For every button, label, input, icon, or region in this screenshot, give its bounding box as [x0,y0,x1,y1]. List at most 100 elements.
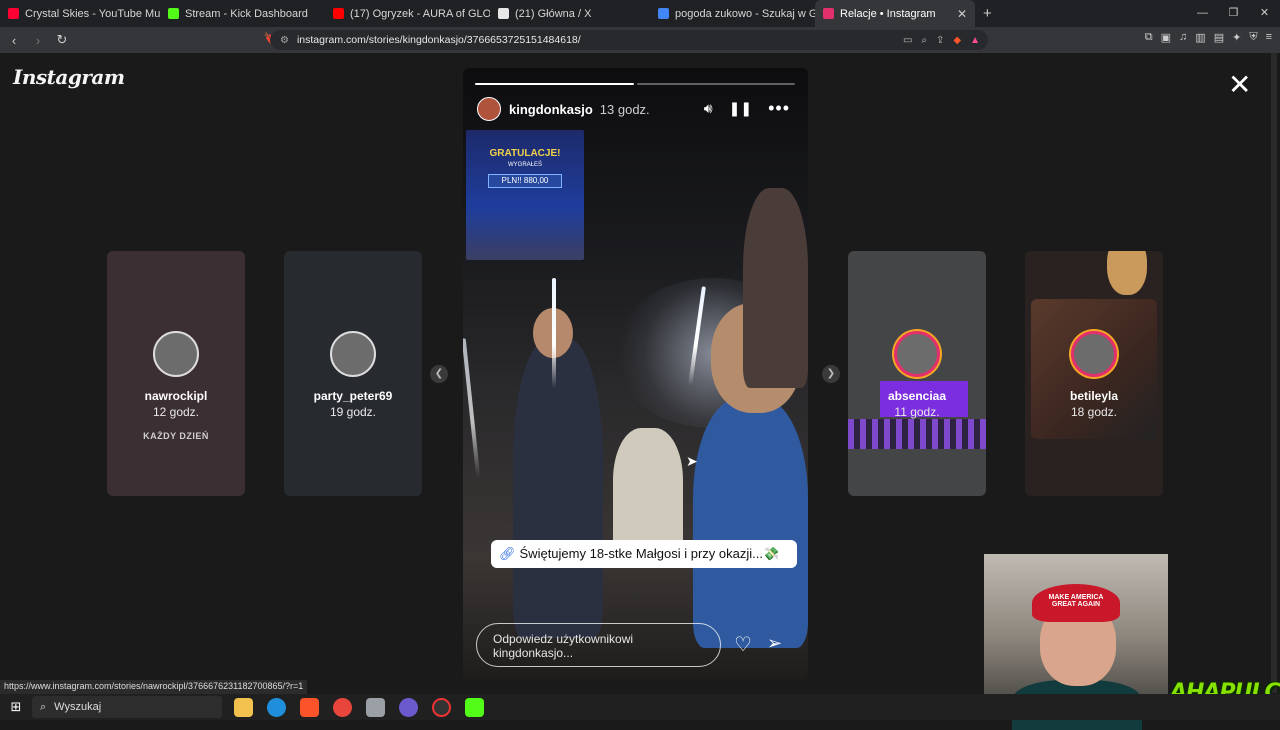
pause-icon[interactable]: ❚❚ [729,100,752,117]
story-progress-bar [475,83,795,85]
forward-icon[interactable]: › [28,33,48,48]
story-time: 12 godz. [152,405,200,419]
avatar [153,331,199,377]
address-bar[interactable]: ⚙ instagram.com/stories/kingdonkasjo/376… [270,30,988,50]
avatar [330,331,376,377]
browser-tab[interactable]: (17) Ogryzek - AURA of GLORY (Offic [325,0,490,27]
story-preview-party-peter69[interactable]: party_peter69 19 godz. [284,251,422,496]
story-username: nawrockipl [144,389,208,403]
share-icon[interactable]: ⇪ [936,35,944,46]
window-controls: — ❐ ✕ [1187,0,1280,27]
story-time: 19 godz. [329,405,377,419]
wallet-icon[interactable]: ▤ [1214,31,1224,44]
site-settings-icon[interactable]: ⚙ [280,35,289,46]
next-story-icon[interactable]: ❯ [822,365,840,383]
link-sticker[interactable]: 🔗︎ Świętujemy 18-stke Małgosi i przy okaz… [491,540,797,568]
link-sticker-text: Świętujemy 18-stke Małgosi i przy okazji… [519,546,780,561]
screenshot-icon[interactable]: ▣ [1161,31,1171,44]
cast-icon[interactable]: ▭ [903,35,912,46]
brave-shield-icon[interactable]: ◆ [953,35,961,46]
address-url[interactable]: instagram.com/stories/kingdonkasjo/37666… [297,34,581,46]
new-tab-button[interactable]: + [975,5,1000,22]
browser-tab[interactable]: (21) Główna / X [490,0,650,27]
instagram-logo[interactable]: Instagram [13,65,125,89]
child-figure [693,398,808,648]
status-bar-url: https://www.instagram.com/stories/nawroc… [0,680,308,694]
story-caption: KAŻDY DZIEŃ [143,431,209,441]
story-username: betileyla [1069,389,1119,403]
volume-icon[interactable]: 🔊︎ [704,100,713,117]
tab-title: pogoda zukowo - Szukaj w Google [675,7,815,20]
extensions-icon[interactable]: ⧉ [1145,31,1153,44]
reply-input[interactable]: Odpowiedz użytkownikowi kingdonkasjo... [476,623,721,667]
file-explorer-icon[interactable] [234,697,253,717]
prev-story-icon[interactable]: ❮ [430,365,448,383]
avatar [894,331,940,377]
send-icon[interactable]: ➢ [767,633,782,654]
taskbar-search-label: Wyszukaj [54,701,102,713]
story-username: party_peter69 [313,389,393,403]
tab-title: (21) Główna / X [515,7,592,20]
reload-icon[interactable]: ↻ [52,32,72,48]
man-figure [743,188,808,388]
like-heart-icon[interactable]: ♡ [734,632,752,657]
story-time: 18 godz. [1070,405,1118,419]
tab-favicon-icon [498,8,509,19]
story-avatar[interactable] [477,97,501,121]
tab-close-icon[interactable]: ✕ [947,7,967,21]
keyboard-graphic [848,419,986,449]
tab-favicon-icon [823,8,834,19]
story-controls: 🔊︎ ❚❚ ••• [704,98,790,119]
close-window-icon[interactable]: ✕ [1249,0,1280,27]
vpn-icon[interactable]: ⛨ [1249,31,1257,44]
browser-tab[interactable]: Stream - Kick Dashboard [160,0,325,27]
back-icon[interactable]: ‹ [4,33,24,48]
discord-icon[interactable] [399,697,418,717]
chrome-icon[interactable] [333,697,352,717]
app-icon[interactable] [366,697,385,717]
sparkler-left [552,278,556,388]
music-icon[interactable]: ♫ [1179,31,1187,44]
kick-icon[interactable] [465,697,484,717]
menu-icon[interactable]: ≡ [1266,31,1272,44]
story-preview-nawrockipl[interactable]: nawrockipl 12 godz. KAŻDY DZIEŃ [107,251,245,496]
leo-icon[interactable]: ✦ [1232,31,1241,44]
browser-tab[interactable]: Relacje • Instagram ✕ [815,0,975,27]
obs-icon[interactable] [432,697,451,717]
avatar [1071,331,1117,377]
minimize-icon[interactable]: — [1187,0,1218,27]
more-options-icon[interactable]: ••• [768,98,790,119]
brave-rewards-icon[interactable]: ▲ [970,35,980,46]
prize-overlay-image: GRATULACJE! WYGRAŁEŚ PLN!! 880,00 [466,130,584,260]
browser-tab[interactable]: Crystal Skies - YouTube Music [0,0,160,27]
edge-icon[interactable] [267,697,286,717]
progress-segment [636,83,795,85]
prize-sub: WYGRAŁEŚ [507,162,542,168]
story-preview-betileyla[interactable]: betileyla 18 godz. [1025,251,1163,496]
taskbar-search[interactable]: ⌕ Wyszukaj [32,696,222,718]
browser-tab[interactable]: pogoda zukowo - Szukaj w Google [650,0,815,27]
sidebar-icon[interactable]: ▥ [1195,31,1205,44]
windows-start-icon[interactable]: ⊞ [0,699,32,715]
sparkler-edge [463,338,481,478]
progress-segment [475,83,634,85]
chair-figure [613,428,683,558]
close-stories-icon[interactable]: ✕ [1228,71,1251,99]
story-username: absenciaa [887,389,947,403]
tab-favicon-icon [168,8,179,19]
zoom-icon[interactable]: ⌕ [921,35,927,46]
brave-icon[interactable] [300,697,319,717]
page-scrollbar[interactable] [1271,53,1277,693]
restore-icon[interactable]: ❐ [1218,0,1249,27]
tab-favicon-icon [8,8,19,19]
tab-title: Relacje • Instagram [840,7,936,20]
story-preview-absenciaa[interactable]: absenciaa 11 godz. [848,251,986,496]
prize-amount: PLN!! 880,00 [488,174,562,188]
story-username[interactable]: kingdonkasjo [509,102,593,117]
search-icon: ⌕ [40,700,47,713]
windows-taskbar: ⊞ ⌕ Wyszukaj [0,694,1280,720]
story-time: 13 godz. [599,101,650,117]
story-header: kingdonkasjo 13 godz. [477,97,650,121]
active-story[interactable]: GRATULACJE! WYGRAŁEŚ PLN!! 880,00 kingdo… [463,68,808,680]
mouse-cursor-icon: ➤ [686,453,698,469]
